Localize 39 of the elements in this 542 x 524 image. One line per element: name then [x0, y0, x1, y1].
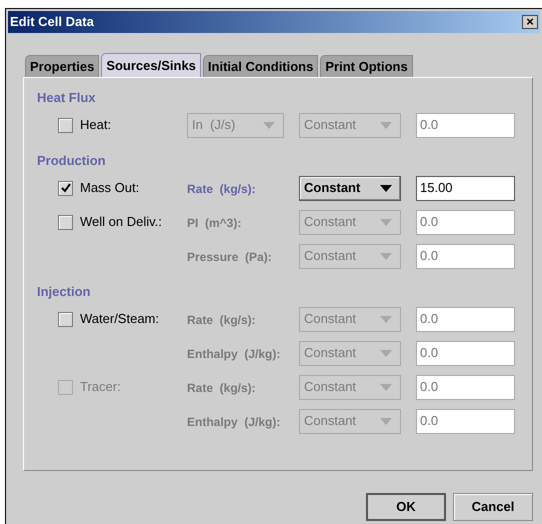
dialog-button[interactable]: OK [366, 493, 446, 521]
parameter-label: Rate (kg/s): [187, 380, 256, 396]
parameter-label: Rate (kg/s): [187, 312, 256, 328]
checkbox[interactable] [58, 118, 73, 132]
checkbox-label: Mass Out: [80, 179, 140, 198]
caret-icon [380, 252, 392, 260]
tab[interactable]: Properties [25, 55, 100, 77]
checkbox-label: Heat: [80, 116, 112, 134]
checkbox-label: Tracer: [80, 378, 121, 396]
caret-icon [380, 122, 392, 128]
section-heading: Heat Flux [37, 89, 97, 107]
parameter-label: Pressure (Pa): [187, 248, 272, 266]
caret-icon [380, 350, 392, 356]
section-heading: Injection [37, 283, 92, 301]
tab[interactable]: Print Options [320, 55, 413, 77]
window-title: Edit Cell Data [10, 13, 94, 32]
caret-icon [380, 316, 392, 322]
checkbox[interactable] [58, 312, 73, 326]
section-heading: Production [37, 152, 107, 170]
checkbox[interactable] [58, 180, 73, 196]
close-button[interactable]: × [522, 15, 538, 29]
parameter-label: Enthalpy (J/kg): [187, 346, 280, 362]
checkmark-icon [60, 183, 70, 193]
checkbox[interactable] [58, 214, 73, 230]
caret-icon [263, 122, 275, 128]
caret-icon [380, 184, 392, 192]
input-field[interactable]: 15.00 [416, 176, 515, 200]
tab[interactable]: Sources/Sinks [101, 53, 201, 77]
parameter-label: Enthalpy (J/kg): [187, 414, 280, 430]
tab[interactable]: Initial Conditions [202, 55, 318, 77]
caret-icon [380, 218, 392, 226]
caret-icon [380, 418, 392, 424]
dropdown[interactable]: Constant [299, 176, 401, 200]
dialog-button[interactable]: Cancel [453, 493, 533, 521]
caret-icon [380, 384, 392, 390]
parameter-label: Rate (kg/s): [187, 180, 256, 198]
checkbox-label: Water/Steam: [80, 310, 159, 328]
checkbox-label: Well on Deliv.: [80, 213, 162, 232]
parameter-label: PI (m^3): [187, 214, 242, 232]
